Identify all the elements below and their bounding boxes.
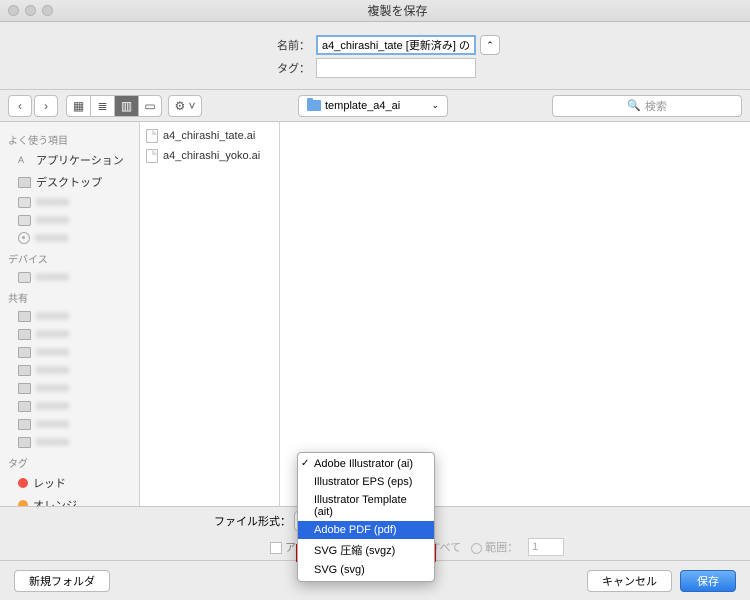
close-window-icon[interactable] <box>8 5 19 16</box>
sidebar-item-icon <box>18 401 31 412</box>
name-label: 名前： <box>250 37 310 53</box>
view-column-button[interactable]: ▥ <box>114 95 138 117</box>
titlebar: 複製を保存 <box>0 0 750 22</box>
search-placeholder: 検索 <box>645 98 667 114</box>
path-label: template_a4_ai <box>325 100 400 112</box>
range-input <box>528 538 564 556</box>
format-option[interactable]: SVG 圧縮 (svgz) <box>298 539 434 561</box>
sidebar-header: 共有 <box>0 286 139 307</box>
sidebar-item-icon <box>18 232 30 244</box>
artboard-checkbox <box>270 542 282 554</box>
sidebar-item-icon <box>18 383 31 394</box>
view-gallery-button[interactable]: ▭ <box>138 95 162 117</box>
minimize-window-icon <box>25 5 36 16</box>
filename-input[interactable] <box>316 35 476 55</box>
sidebar-item-redacted[interactable]: xxxxxx <box>0 379 139 397</box>
tag-dot-icon <box>18 478 28 488</box>
sidebar-item-icon <box>18 177 31 188</box>
file-name: a4_chirashi_tate.ai <box>163 130 255 142</box>
sidebar-item-icon <box>18 419 31 430</box>
group-menu-button[interactable]: ⚙︎ ˅ <box>168 95 202 117</box>
file-item[interactable]: a4_chirashi_tate.ai <box>140 126 279 146</box>
sidebar-item-icon <box>18 329 31 340</box>
file-icon <box>146 129 158 143</box>
sidebar-item-label: アプリケーション <box>36 152 124 168</box>
sidebar-item-redacted[interactable]: xxxxxx <box>0 433 139 451</box>
sidebar-item-icon <box>18 272 31 283</box>
radio-range <box>471 543 482 554</box>
format-option[interactable]: Illustrator Template (ait) <box>298 491 434 521</box>
path-dropdown[interactable]: template_a4_ai ⌄ <box>298 95 448 117</box>
sidebar-item-redacted[interactable]: xxxxxx <box>0 211 139 229</box>
sidebar-item-icon <box>18 437 31 448</box>
sidebar-item-label: レッド <box>33 475 66 491</box>
format-option[interactable]: Adobe PDF (pdf) <box>298 521 434 539</box>
sidebar-item[interactable]: デスクトップ <box>0 171 139 193</box>
sidebar-item-icon <box>18 365 31 376</box>
zoom-window-icon <box>42 5 53 16</box>
search-icon: 🔍 <box>627 99 641 112</box>
file-column: a4_chirashi_tate.ai a4_chirashi_yoko.ai <box>140 122 280 514</box>
sidebar-header: デバイス <box>0 247 139 268</box>
nav-forward-button[interactable]: › <box>34 95 58 117</box>
sidebar-item-redacted[interactable]: xxxxxx <box>0 307 139 325</box>
save-button[interactable]: 保存 <box>680 570 736 592</box>
sidebar-item-redacted[interactable]: xxxxxx <box>0 415 139 433</box>
folder-icon <box>307 100 321 111</box>
sidebar-item[interactable]: レッド <box>0 472 139 494</box>
browser-toolbar: ‹ › ▦ ≣ ▥ ▭ ⚙︎ ˅ template_a4_ai ⌄ 🔍 検索 <box>0 90 750 122</box>
sidebar-item-redacted[interactable]: xxxxxx <box>0 343 139 361</box>
view-list-button[interactable]: ≣ <box>90 95 114 117</box>
sidebar-item-icon <box>18 311 31 322</box>
sidebar-header: タグ <box>0 451 139 472</box>
filename-area: 名前： ⌃ タグ： <box>0 22 750 90</box>
expand-toggle-button[interactable]: ⌃ <box>480 35 500 55</box>
sidebar-item-redacted[interactable]: xxxxxx <box>0 229 139 247</box>
sidebar-item-redacted[interactable]: xxxxxx <box>0 268 139 286</box>
sidebar-item-redacted[interactable]: xxxxxx <box>0 397 139 415</box>
format-option[interactable]: Adobe Illustrator (ai) <box>298 455 434 473</box>
sidebar-item-icon <box>18 155 31 166</box>
new-folder-button[interactable]: 新規フォルダ <box>14 570 110 592</box>
file-icon <box>146 149 158 163</box>
nav-back-button[interactable]: ‹ <box>8 95 32 117</box>
tag-label: タグ： <box>250 60 310 76</box>
format-option[interactable]: SVG (svg) <box>298 561 434 579</box>
file-name: a4_chirashi_yoko.ai <box>163 150 260 162</box>
window-title: 複製を保存 <box>53 2 742 19</box>
sidebar-item-redacted[interactable]: xxxxxx <box>0 325 139 343</box>
save-dialog: 複製を保存 名前： ⌃ タグ： ‹ › ▦ ≣ ▥ ▭ ⚙︎ ˅ templat… <box>0 0 750 600</box>
format-dropdown-menu: Adobe Illustrator (ai)Illustrator EPS (e… <box>297 452 435 582</box>
sidebar-header: よく使う項目 <box>0 128 139 149</box>
sidebar-item-redacted[interactable]: xxxxxx <box>0 193 139 211</box>
file-item[interactable]: a4_chirashi_yoko.ai <box>140 146 279 166</box>
search-field[interactable]: 🔍 検索 <box>552 95 742 117</box>
sidebar-item-icon <box>18 215 31 226</box>
sidebar-item-label: デスクトップ <box>36 174 102 190</box>
sidebar-item-redacted[interactable]: xxxxxx <box>0 361 139 379</box>
sidebar-item-icon <box>18 347 31 358</box>
window-controls <box>8 5 53 16</box>
cancel-button[interactable]: キャンセル <box>587 570 672 592</box>
view-icon-button[interactable]: ▦ <box>66 95 90 117</box>
sidebar: よく使う項目アプリケーションデスクトップxxxxxxxxxxxxxxxxxxデバ… <box>0 122 140 514</box>
sidebar-item[interactable]: アプリケーション <box>0 149 139 171</box>
format-option[interactable]: Illustrator EPS (eps) <box>298 473 434 491</box>
tag-input[interactable] <box>316 58 476 78</box>
sidebar-item-icon <box>18 197 31 208</box>
format-label: ファイル形式： <box>214 513 291 529</box>
